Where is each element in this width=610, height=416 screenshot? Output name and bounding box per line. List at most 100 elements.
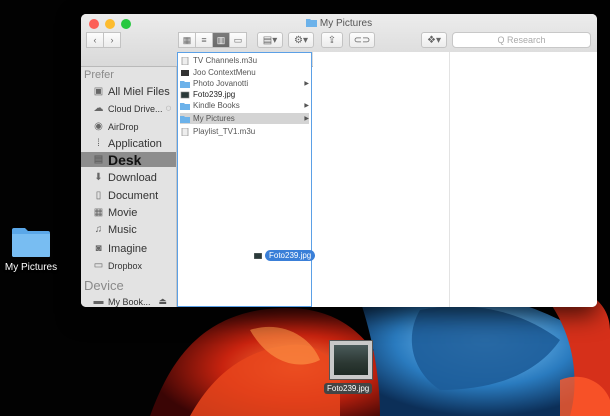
tag-icon: ⊂⊃ bbox=[353, 34, 371, 46]
chevron-left-icon: ‹ bbox=[93, 35, 97, 45]
folder-icon bbox=[180, 80, 190, 88]
window-title-text: My Pictures bbox=[319, 18, 373, 29]
grid-icon: ▦ bbox=[182, 34, 192, 45]
sidebar-item-label: Dropbox bbox=[108, 260, 143, 271]
sidebar-item-label: AirDrop bbox=[108, 121, 139, 132]
folder-row-selected[interactable]: My Pictures ▶ bbox=[180, 113, 309, 124]
image-file-icon bbox=[180, 91, 190, 99]
dropbox-button[interactable]: ❖▾ bbox=[421, 32, 447, 48]
file-name: Playlist_TV1.m3u bbox=[193, 127, 256, 136]
list-view-button[interactable]: ≡ bbox=[195, 32, 213, 48]
sidebar-item-pictures[interactable]: ◙ Imagine bbox=[81, 241, 176, 256]
cloud-icon: ☁ bbox=[93, 103, 104, 114]
file-column-1: TV Channels.m3u Joo ContextMenu Photo Jo… bbox=[177, 52, 312, 307]
airdrop-icon: ◉ bbox=[94, 121, 103, 132]
progress-ring-icon: ◌ bbox=[165, 103, 172, 114]
finder-window: My Pictures ‹ › ▦ ≡ ▥ ▭ ▤▾ ⚙▾ ⇪ ⊂⊃ ❖▾ Q … bbox=[81, 14, 597, 307]
search-input[interactable]: Q Research bbox=[452, 32, 591, 48]
file-name: TV Channels.m3u bbox=[193, 56, 258, 65]
sidebar-section-devices: Device bbox=[84, 278, 124, 293]
file-name: Photo Jovanotti bbox=[193, 79, 249, 88]
image-thumbnail bbox=[334, 345, 368, 375]
desktop-image-file[interactable] bbox=[329, 340, 373, 380]
nav-buttons: ‹ › bbox=[86, 32, 121, 48]
document-icon: ▯ bbox=[95, 190, 102, 201]
folder-row[interactable]: Kindle Books ▶ bbox=[180, 100, 309, 111]
disclosure-arrow-icon: ▶ bbox=[304, 116, 309, 122]
sidebar: Prefer ▣ All Miel Files ☁ Cloud Drive... ◌… bbox=[81, 67, 177, 307]
file-name: Joo ContextMenu bbox=[193, 68, 256, 77]
desktop-icon: ▤ bbox=[93, 154, 104, 165]
arrange-button[interactable]: ▤▾ bbox=[257, 32, 283, 48]
sidebar-item-my-book[interactable]: ▬ My Book... ⏏ bbox=[81, 294, 176, 307]
sidebar-item-label: Music bbox=[108, 223, 137, 236]
dropbox-icon: ▭ bbox=[93, 260, 104, 271]
movie-icon: ▦ bbox=[93, 207, 104, 218]
sidebar-item-desktop[interactable]: ▤ Desk bbox=[81, 152, 176, 167]
sidebar-item-documents[interactable]: ▯ Document bbox=[81, 188, 176, 203]
sidebar-item-label: Download bbox=[108, 171, 157, 184]
disclosure-arrow-icon: ▶ bbox=[304, 103, 309, 109]
action-button[interactable]: ⚙▾ bbox=[288, 32, 314, 48]
sidebar-item-applications[interactable]: ⁞ Application bbox=[81, 136, 176, 151]
file-column-2 bbox=[313, 52, 450, 307]
file-row[interactable]: Playlist_TV1.m3u bbox=[180, 126, 309, 137]
image-file-icon bbox=[253, 246, 263, 264]
file-row[interactable]: Joo ContextMenu bbox=[180, 67, 309, 78]
eject-icon[interactable]: ⏏ bbox=[159, 296, 168, 307]
music-icon: ♫ bbox=[94, 224, 103, 235]
dropbox-icon: ❖▾ bbox=[427, 34, 441, 46]
file-row[interactable]: TV Channels.m3u bbox=[180, 55, 309, 66]
sidebar-item-label: Movie bbox=[108, 206, 138, 219]
icon-view-button[interactable]: ▦ bbox=[178, 32, 196, 48]
sidebar-item-label: Application bbox=[108, 137, 162, 150]
sidebar-section-favorites: Prefer bbox=[84, 69, 114, 81]
arrange-icon: ▤▾ bbox=[262, 34, 278, 46]
sidebar-item-label: My Book... bbox=[108, 296, 151, 307]
sidebar-item-icloud[interactable]: ☁ Cloud Drive... ◌ bbox=[81, 101, 176, 116]
all-files-icon: ▣ bbox=[93, 86, 104, 97]
applications-icon: ⁞ bbox=[97, 138, 100, 149]
dragged-file[interactable]: Foto239.jpg bbox=[253, 246, 316, 264]
folder-icon bbox=[11, 226, 51, 258]
file-column-3 bbox=[450, 52, 597, 307]
sidebar-item-all-files[interactable]: ▣ All Miel Files bbox=[81, 84, 176, 99]
sidebar-item-music[interactable]: ♫ Music bbox=[81, 222, 176, 237]
sidebar-item-label: Imagine bbox=[108, 242, 148, 255]
file-row[interactable]: Foto239.jpg bbox=[180, 89, 309, 100]
sidebar-item-downloads[interactable]: ⬇ Download bbox=[81, 170, 176, 185]
gallery-view-button[interactable]: ▭ bbox=[229, 32, 247, 48]
dragged-file-label: Foto239.jpg bbox=[265, 249, 316, 261]
tags-button[interactable]: ⊂⊃ bbox=[349, 32, 375, 48]
columns-icon: ▥ bbox=[216, 34, 226, 45]
disclosure-arrow-icon: ▶ bbox=[304, 81, 309, 87]
file-name: Foto239.jpg bbox=[193, 90, 236, 99]
drive-icon: ▬ bbox=[93, 296, 104, 307]
file-name: My Pictures bbox=[193, 114, 235, 123]
sidebar-item-airdrop[interactable]: ◉ AirDrop bbox=[81, 119, 176, 134]
window-title: My Pictures bbox=[81, 18, 597, 30]
document-icon bbox=[180, 127, 190, 136]
gear-icon: ⚙▾ bbox=[294, 34, 308, 46]
desktop-file-label[interactable]: Foto239.jpg bbox=[324, 383, 373, 394]
folder-icon bbox=[305, 18, 317, 30]
share-button[interactable]: ⇪ bbox=[321, 32, 343, 48]
file-name: Kindle Books bbox=[193, 101, 240, 110]
sidebar-item-dropbox[interactable]: ▭ Dropbox bbox=[81, 258, 176, 273]
desktop-folder-my-pictures[interactable]: My Pictures bbox=[0, 226, 62, 273]
share-icon: ⇪ bbox=[327, 34, 337, 46]
folder-icon bbox=[180, 115, 190, 123]
gallery-icon: ▭ bbox=[233, 34, 243, 45]
chevron-right-icon: › bbox=[110, 35, 114, 45]
folder-icon bbox=[180, 102, 190, 110]
column-view-button[interactable]: ▥ bbox=[212, 32, 230, 48]
folder-row[interactable]: Photo Jovanotti ▶ bbox=[180, 78, 309, 89]
list-icon: ≡ bbox=[201, 35, 207, 45]
sidebar-item-label: All Miel Files bbox=[108, 85, 170, 98]
forward-button[interactable]: › bbox=[103, 32, 121, 48]
document-icon bbox=[180, 56, 190, 65]
download-icon: ⬇ bbox=[94, 172, 103, 183]
sidebar-item-movies[interactable]: ▦ Movie bbox=[81, 205, 176, 220]
back-button[interactable]: ‹ bbox=[86, 32, 104, 48]
sidebar-item-label: Desk bbox=[108, 152, 142, 167]
